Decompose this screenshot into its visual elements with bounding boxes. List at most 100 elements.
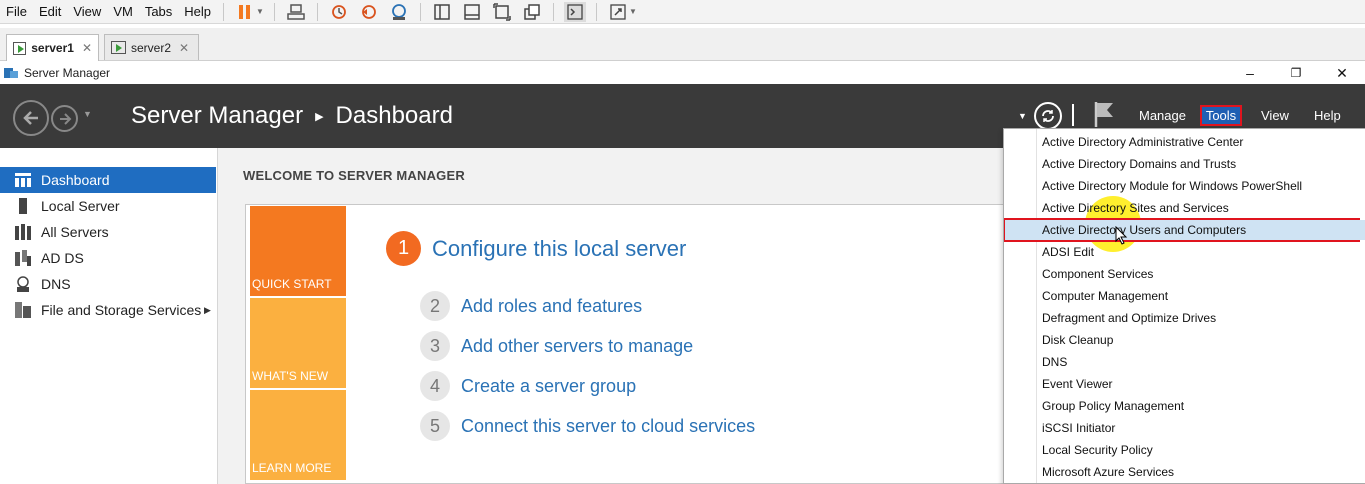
snapshot-manager-icon[interactable] [388,2,410,22]
menu-item-ad-sites-services[interactable]: Active Directory Sites and Services [1042,198,1229,218]
menu-edit[interactable]: Edit [33,2,67,22]
welcome-title: WELCOME TO SERVER MANAGER [243,168,465,183]
snapshot-take-icon[interactable] [328,2,350,22]
main-content: WELCOME TO SERVER MANAGER QUICK START WH… [218,148,1005,484]
window-titlebar: Server Manager – ❐ ✕ [0,62,1365,84]
menu-item-event-viewer[interactable]: Event Viewer [1042,374,1112,394]
window-title: Server Manager [24,66,111,80]
menu-tabs[interactable]: Tabs [139,2,178,22]
step-link[interactable]: Create a server group [461,376,636,397]
notifications-flag-icon[interactable] [1093,100,1115,131]
toolbar-separator [316,2,318,21]
refresh-dropdown-icon[interactable]: ▼ [1018,111,1027,121]
nav-item-local-server[interactable]: Local Server [0,193,217,219]
back-arrow-icon [23,111,38,125]
mouse-pointer-icon [1115,226,1128,245]
menu-vm[interactable]: VM [107,2,139,22]
menu-item-computer-management[interactable]: Computer Management [1042,286,1168,306]
menu-item-azure-services[interactable]: Microsoft Azure Services [1042,462,1174,482]
menu-view-sm[interactable]: View [1261,108,1289,123]
step-add-servers[interactable]: 3 Add other servers to manage [420,331,693,361]
learn-more-tile[interactable]: LEARN MORE [250,390,346,480]
vm-tabbar: server1 ✕ server2 ✕ [0,28,1365,61]
pause-icon[interactable] [234,2,256,22]
dns-icon [14,276,32,292]
back-button[interactable] [13,100,49,136]
quick-start-label: QUICK START [252,277,332,291]
nav-item-all-servers[interactable]: All Servers [0,219,217,245]
whats-new-tile[interactable]: WHAT'S NEW [250,298,346,388]
tab-label: server2 [131,40,172,55]
step-number: 3 [420,331,450,361]
forward-arrow-icon [59,112,71,125]
all-servers-icon [14,224,32,240]
close-tab-icon[interactable]: ✕ [82,41,92,55]
close-button[interactable]: ✕ [1319,62,1365,84]
menu-manage[interactable]: Manage [1139,108,1186,123]
menu-item-ad-powershell-module[interactable]: Active Directory Module for Windows Powe… [1042,176,1302,196]
menu-tools[interactable]: Tools [1200,105,1242,126]
tab-label: server1 [31,41,74,55]
history-dropdown-icon[interactable]: ▼ [83,109,92,119]
send-ctrl-alt-del-icon[interactable] [285,2,307,22]
whats-new-label: WHAT'S NEW [252,369,329,383]
menu-item-dns[interactable]: DNS [1042,352,1067,372]
breadcrumb-app: Server Manager [131,102,304,129]
unity-icon[interactable] [521,2,543,22]
submenu-arrow-icon[interactable]: ▶ [204,305,211,316]
step-connect-cloud[interactable]: 5 Connect this server to cloud services [420,411,755,441]
snapshot-revert-icon[interactable] [358,2,380,22]
breadcrumb: Server Manager ▶ Dashboard [131,102,453,130]
tab-server2[interactable]: server2 ✕ [104,34,199,60]
menu-file[interactable]: File [0,2,33,22]
toolbar-separator [595,2,597,21]
nav-label: Dashboard [41,172,110,188]
sidebar-view-icon[interactable] [431,2,453,22]
refresh-button[interactable] [1034,102,1062,130]
menu-item-defragment[interactable]: Defragment and Optimize Drives [1042,308,1216,328]
restore-button[interactable]: ❐ [1273,62,1319,84]
step-link[interactable]: Add roles and features [461,296,642,317]
menu-item-component-services[interactable]: Component Services [1042,264,1153,284]
menu-item-group-policy[interactable]: Group Policy Management [1042,396,1184,416]
menu-view[interactable]: View [67,2,107,22]
nav-item-dashboard[interactable]: Dashboard [0,167,216,193]
minimize-button[interactable]: – [1227,62,1273,84]
step-create-server-group[interactable]: 4 Create a server group [420,371,636,401]
menu-item-adsi-edit[interactable]: ADSI Edit [1042,242,1094,262]
step-configure-local-server[interactable]: 1 Configure this local server [386,231,686,266]
step-link[interactable]: Add other servers to manage [461,336,693,357]
pause-dropdown-icon[interactable]: ▼ [256,7,264,16]
menu-item-local-security-policy[interactable]: Local Security Policy [1042,440,1153,460]
menu-item-ad-admin-center[interactable]: Active Directory Administrative Center [1042,132,1243,152]
step-link[interactable]: Configure this local server [432,236,686,262]
close-tab-icon[interactable]: ✕ [179,41,189,55]
fullscreen-icon[interactable] [607,2,629,22]
menu-item-ad-domains-trusts[interactable]: Active Directory Domains and Trusts [1042,154,1236,174]
menu-help-sm[interactable]: Help [1314,108,1341,123]
step-add-roles[interactable]: 2 Add roles and features [420,291,642,321]
step-number: 4 [420,371,450,401]
fullscreen-dropdown-icon[interactable]: ▼ [629,7,637,16]
fit-guest-icon[interactable] [491,2,513,22]
toolbar-separator [552,2,554,21]
refresh-icon [1042,110,1054,122]
console-view-icon[interactable] [461,2,483,22]
nav-label: All Servers [41,224,109,240]
step-link[interactable]: Connect this server to cloud services [461,416,755,437]
header-divider [1072,104,1074,126]
quick-start-tile[interactable]: QUICK START [250,206,346,296]
tab-server1[interactable]: server1 ✕ [6,34,99,61]
nav-item-ad-ds[interactable]: AD DS [0,245,217,271]
nav-item-dns[interactable]: DNS [0,271,217,297]
breadcrumb-separator-icon: ▶ [315,110,324,123]
nav-label: File and Storage Services [41,302,202,318]
nav-item-file-storage[interactable]: File and Storage Services ▶ [0,297,217,323]
menu-help[interactable]: Help [178,2,217,22]
menu-item-iscsi-initiator[interactable]: iSCSI Initiator [1042,418,1115,438]
vm-icon [13,41,27,55]
menu-item-ad-users-computers[interactable]: Active Directory Users and Computers [1005,220,1365,240]
terminal-icon[interactable] [563,1,586,22]
forward-button[interactable] [51,105,78,132]
menu-item-disk-cleanup[interactable]: Disk Cleanup [1042,330,1113,350]
